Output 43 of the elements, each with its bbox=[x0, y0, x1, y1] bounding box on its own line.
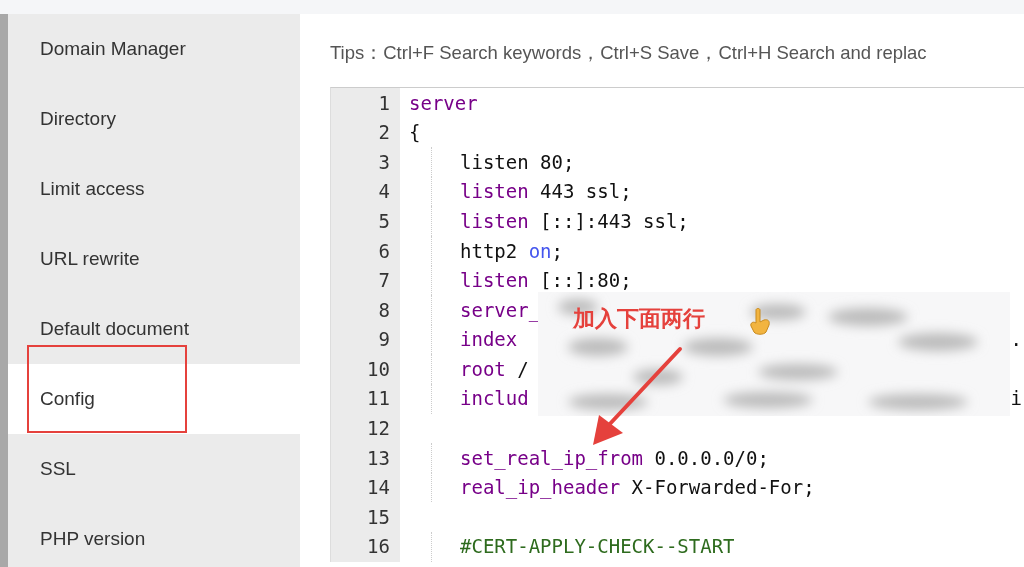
sidebar-item[interactable]: PHP version bbox=[8, 504, 300, 567]
code-fragment: . bbox=[1010, 327, 1023, 353]
line-number: 16 bbox=[367, 534, 390, 560]
code-line: index bbox=[460, 327, 518, 353]
line-number: 12 bbox=[367, 416, 390, 442]
code-line: set_real_ip_from 0.0.0.0/0; bbox=[460, 445, 769, 472]
code-line: listen [::]:443 ssl; bbox=[460, 208, 689, 234]
sidebar-item[interactable]: Domain Manager bbox=[8, 14, 300, 84]
sidebar-item[interactable]: Limit access bbox=[8, 154, 300, 224]
pointing-hand-icon bbox=[748, 308, 772, 336]
code-line: server_ bbox=[460, 297, 541, 324]
code-line: real_ip_header X-Forwarded-For; bbox=[460, 475, 815, 501]
code-line: listen [::]:80; bbox=[460, 268, 632, 294]
line-number: 1 bbox=[378, 90, 390, 116]
code-fragment: i bbox=[1010, 386, 1023, 412]
line-number: 5 bbox=[378, 208, 390, 234]
tips-text: Tips：Ctrl+F Search keywords，Ctrl+S Save，Ctrl+H Search and replac bbox=[330, 44, 928, 65]
line-number: 13 bbox=[367, 445, 390, 471]
line-number: 11 bbox=[367, 386, 390, 412]
code-line: listen 443 ssl; bbox=[460, 179, 632, 205]
line-number: 7 bbox=[378, 268, 390, 294]
line-number: 6 bbox=[378, 238, 390, 264]
line-number: 2 bbox=[378, 120, 390, 146]
code-line: server bbox=[409, 90, 478, 116]
annotation-text: 加入下面两行 bbox=[573, 306, 705, 333]
line-number: 8 bbox=[378, 297, 390, 323]
line-number: 4 bbox=[378, 179, 390, 205]
code-line: http2 on; bbox=[460, 238, 563, 264]
sidebar-item[interactable]: Directory bbox=[8, 84, 300, 154]
code-line: listen 80; bbox=[460, 149, 575, 175]
line-number: 3 bbox=[378, 149, 390, 175]
code-line: #CERT-APPLY-CHECK--START bbox=[460, 534, 735, 560]
code-line: root / bbox=[460, 356, 529, 382]
sidebar-item[interactable]: Default document bbox=[8, 294, 300, 364]
sidebar-item[interactable]: URL rewrite bbox=[8, 224, 300, 294]
code-line: includ bbox=[460, 386, 529, 412]
line-number: 15 bbox=[367, 504, 390, 530]
code-line: { bbox=[409, 120, 421, 146]
line-number: 9 bbox=[378, 327, 390, 353]
sidebar-item[interactable]: Config bbox=[8, 364, 300, 434]
line-number: 14 bbox=[367, 475, 390, 501]
sidebar-item[interactable]: SSL bbox=[8, 434, 300, 504]
line-number: 10 bbox=[367, 356, 390, 382]
